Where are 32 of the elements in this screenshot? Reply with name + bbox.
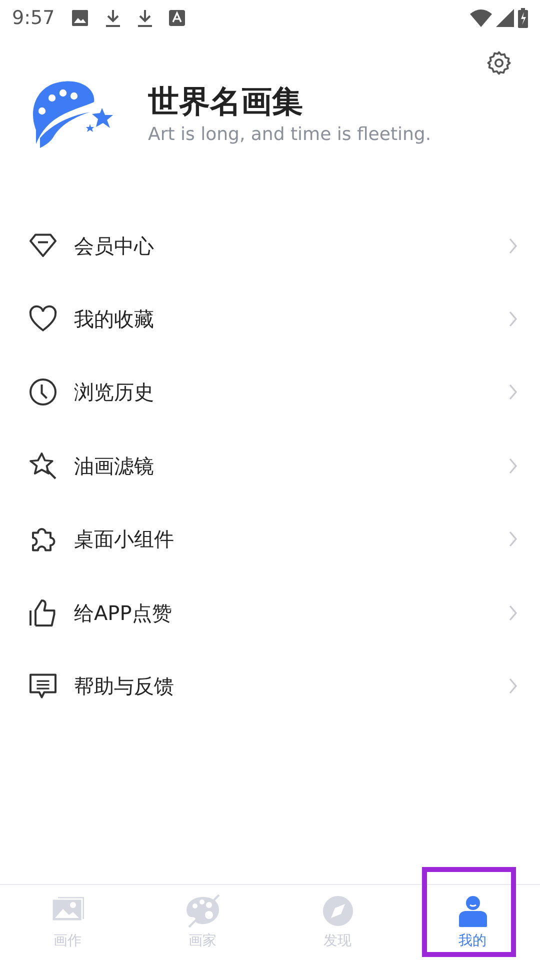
settings-icon [486, 50, 512, 76]
heart-icon [28, 304, 58, 334]
menu-item[interactable]: 油画滤镜 [0, 429, 540, 503]
chevron-right-icon [508, 310, 518, 328]
menu-item[interactable]: 会员中心 [0, 209, 540, 282]
menu-item[interactable]: 浏览历史 [0, 356, 540, 430]
clock-time: 9:57 [12, 6, 55, 31]
chevron-right-icon [508, 604, 518, 622]
font-icon [168, 10, 185, 26]
tagline: Art is long, and time is fleeting. [148, 123, 432, 148]
settings-button[interactable] [486, 50, 512, 76]
menu-item[interactable]: 我的收藏 [0, 282, 540, 356]
chat-icon [28, 671, 58, 702]
thumbs-up-icon [28, 598, 58, 628]
tab-button[interactable]: 我的 [405, 885, 540, 960]
magic-wand-icon [28, 450, 58, 481]
menu-item[interactable]: 帮助与反馈 [0, 649, 540, 723]
clock-icon [28, 377, 58, 408]
wifi-icon [470, 9, 492, 27]
menu-item[interactable]: 给APP点赞 [0, 576, 540, 650]
menu-item[interactable]: 桌面小组件 [0, 502, 540, 576]
chevron-right-icon [508, 530, 518, 548]
download-icon [104, 9, 121, 27]
battery-icon [518, 8, 528, 28]
download-icon [136, 9, 153, 27]
chevron-right-icon [508, 677, 518, 696]
app-title: 世界名画集 [148, 84, 304, 122]
signal-icon [496, 9, 514, 27]
chevron-right-icon [508, 456, 518, 475]
chevron-right-icon [508, 383, 518, 402]
image-icon [70, 9, 89, 27]
chevron-right-icon [508, 236, 518, 255]
